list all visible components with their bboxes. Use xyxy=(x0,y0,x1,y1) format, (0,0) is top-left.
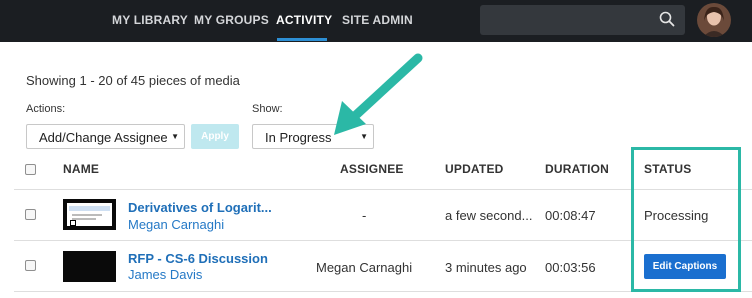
show-filter-value: In Progress xyxy=(265,130,332,145)
chevron-down-icon: ▼ xyxy=(171,132,179,141)
column-header-assignee[interactable]: ASSIGNEE xyxy=(340,162,404,176)
nav-site-admin[interactable]: SITE ADMIN xyxy=(342,13,413,27)
chevron-down-icon: ▼ xyxy=(360,132,368,141)
actions-label: Actions: xyxy=(26,103,66,115)
media-title-link[interactable]: Derivatives of Logarit... xyxy=(128,200,272,215)
user-avatar[interactable] xyxy=(697,3,731,37)
assignee-cell: Megan Carnaghi xyxy=(316,260,413,275)
media-owner-link[interactable]: James Davis xyxy=(128,267,202,282)
media-thumbnail[interactable] xyxy=(63,251,116,282)
show-label: Show: xyxy=(252,103,283,115)
avatar-image xyxy=(697,3,731,37)
qr-code-icon xyxy=(70,220,76,226)
apply-button[interactable]: Apply xyxy=(191,124,239,149)
media-owner-link[interactable]: Megan Carnaghi xyxy=(128,217,224,232)
divider xyxy=(14,291,752,292)
column-header-status[interactable]: STATUS xyxy=(644,162,691,176)
search-input[interactable] xyxy=(480,5,685,35)
edit-captions-button[interactable]: Edit Captions xyxy=(644,254,726,279)
column-header-name[interactable]: NAME xyxy=(63,162,99,176)
column-header-updated[interactable]: UPDATED xyxy=(445,162,504,176)
table-row: Derivatives of Logarit... Megan Carnaghi… xyxy=(0,189,752,239)
nav-activity[interactable]: ACTIVITY xyxy=(276,13,332,27)
assignee-cell: - xyxy=(362,208,367,223)
results-summary: Showing 1 - 20 of 45 pieces of media xyxy=(26,73,240,88)
active-tab-indicator xyxy=(277,38,327,41)
updated-cell: 3 minutes ago xyxy=(445,260,527,275)
duration-cell: 00:08:47 xyxy=(545,208,596,223)
duration-cell: 00:03:56 xyxy=(545,260,596,275)
nav-my-groups[interactable]: MY GROUPS xyxy=(194,13,269,27)
search-icon[interactable] xyxy=(659,11,675,27)
nav-my-library[interactable]: MY LIBRARY xyxy=(112,13,188,27)
show-filter-select[interactable]: In Progress ▼ xyxy=(252,124,374,149)
updated-cell: a few second... xyxy=(445,208,533,223)
actions-select-value: Add/Change Assignee xyxy=(39,130,168,145)
status-text: Processing xyxy=(644,208,709,223)
top-navigation-bar: MY LIBRARY MY GROUPS ACTIVITY SITE ADMIN xyxy=(0,0,752,42)
row-checkbox[interactable] xyxy=(25,260,36,271)
select-all-checkbox[interactable] xyxy=(25,164,36,175)
media-thumbnail[interactable] xyxy=(63,199,116,230)
column-header-duration[interactable]: DURATION xyxy=(545,162,609,176)
table-row: RFP - CS-6 Discussion James Davis Megan … xyxy=(0,240,752,290)
row-checkbox[interactable] xyxy=(25,209,36,220)
media-title-link[interactable]: RFP - CS-6 Discussion xyxy=(128,251,268,266)
actions-select[interactable]: Add/Change Assignee ▼ xyxy=(26,124,185,149)
